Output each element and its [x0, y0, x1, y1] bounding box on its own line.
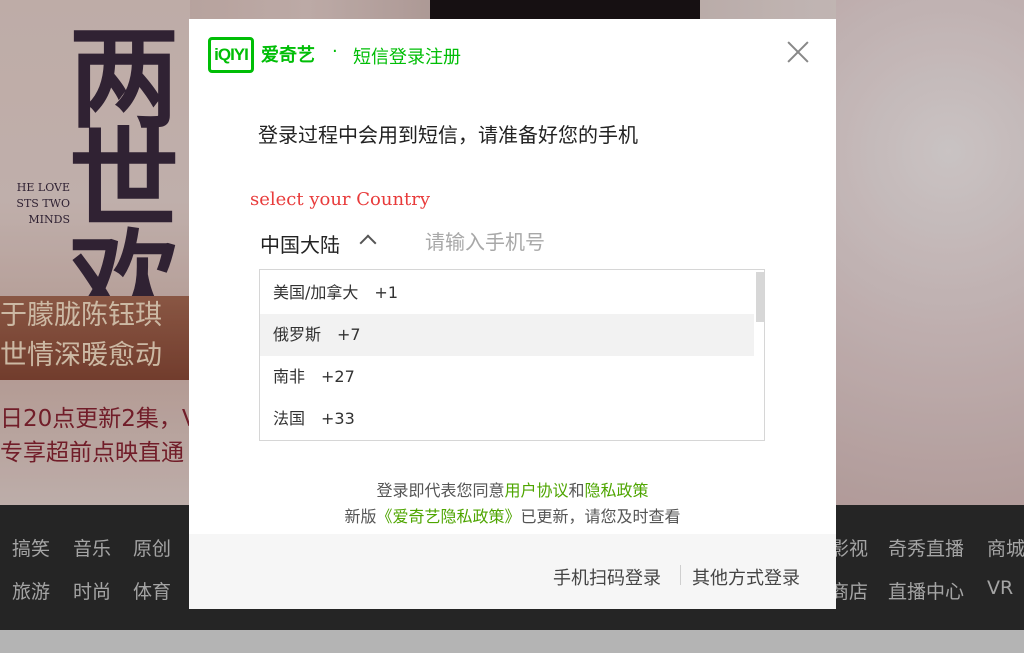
country-option-name: 俄罗斯: [273, 325, 322, 344]
qr-login-link[interactable]: 手机扫码登录: [553, 564, 661, 590]
modal-footer: 手机扫码登录 其他方式登录: [189, 534, 836, 609]
agreement-line: 登录即代表您同意用户协议和隐私政策: [189, 477, 836, 501]
footer-divider: [680, 565, 681, 585]
policy-update-line: 新版《爱奇艺隐私政策》已更新，请您及时查看: [189, 503, 836, 527]
new-privacy-policy-link[interactable]: 《爱奇艺隐私政策》: [376, 507, 520, 526]
country-selector[interactable]: 中国大陆: [260, 229, 340, 258]
title-separator: ·: [332, 41, 338, 62]
agreement-prefix: 登录即代表您同意: [376, 481, 505, 500]
phone-number-input[interactable]: [425, 225, 745, 259]
policy-update-suffix: 已更新，请您及时查看: [520, 507, 681, 526]
country-option-code: +7: [337, 325, 361, 344]
country-option-code: +27: [321, 367, 355, 386]
privacy-policy-link[interactable]: 隐私政策: [585, 481, 649, 500]
chevron-up-icon[interactable]: [359, 234, 377, 252]
iqiyi-logo: iQIYI: [208, 37, 254, 73]
user-agreement-link[interactable]: 用户协议: [504, 481, 568, 500]
country-option-code: +1: [374, 283, 398, 302]
country-option-france[interactable]: 法国 +33: [260, 398, 754, 440]
country-dropdown: 美国/加拿大 +1 俄罗斯 +7 南非 +27 法国 +33: [259, 269, 765, 441]
country-option-russia[interactable]: 俄罗斯 +7: [260, 314, 754, 356]
country-option-name: 美国/加拿大: [273, 283, 359, 302]
selected-country: 中国大陆: [260, 233, 340, 257]
country-hint-annotation: select your Country: [250, 189, 431, 210]
country-option-name: 南非: [273, 367, 306, 386]
dropdown-scroll-thumb[interactable]: [756, 272, 764, 322]
other-login-link[interactable]: 其他方式登录: [692, 564, 800, 590]
policy-update-prefix: 新版: [344, 507, 377, 526]
country-option-code: +33: [321, 409, 355, 428]
modal-header: iQIYI 爱奇艺 · 短信登录注册: [189, 19, 836, 89]
country-option-us-canada[interactable]: 美国/加拿大 +1: [260, 272, 754, 314]
login-modal: iQIYI 爱奇艺 · 短信登录注册 登录过程中会用到短信，请准备好您的手机 s…: [189, 19, 836, 609]
country-option-name: 法国: [273, 409, 306, 428]
close-icon[interactable]: [786, 40, 810, 64]
country-option-south-africa[interactable]: 南非 +27: [260, 356, 754, 398]
modal-title: 短信登录注册: [353, 47, 461, 68]
agreement-and: 和: [568, 481, 585, 500]
brand-name: 爱奇艺: [261, 45, 315, 66]
instruction-text: 登录过程中会用到短信，请准备好您的手机: [258, 123, 638, 147]
